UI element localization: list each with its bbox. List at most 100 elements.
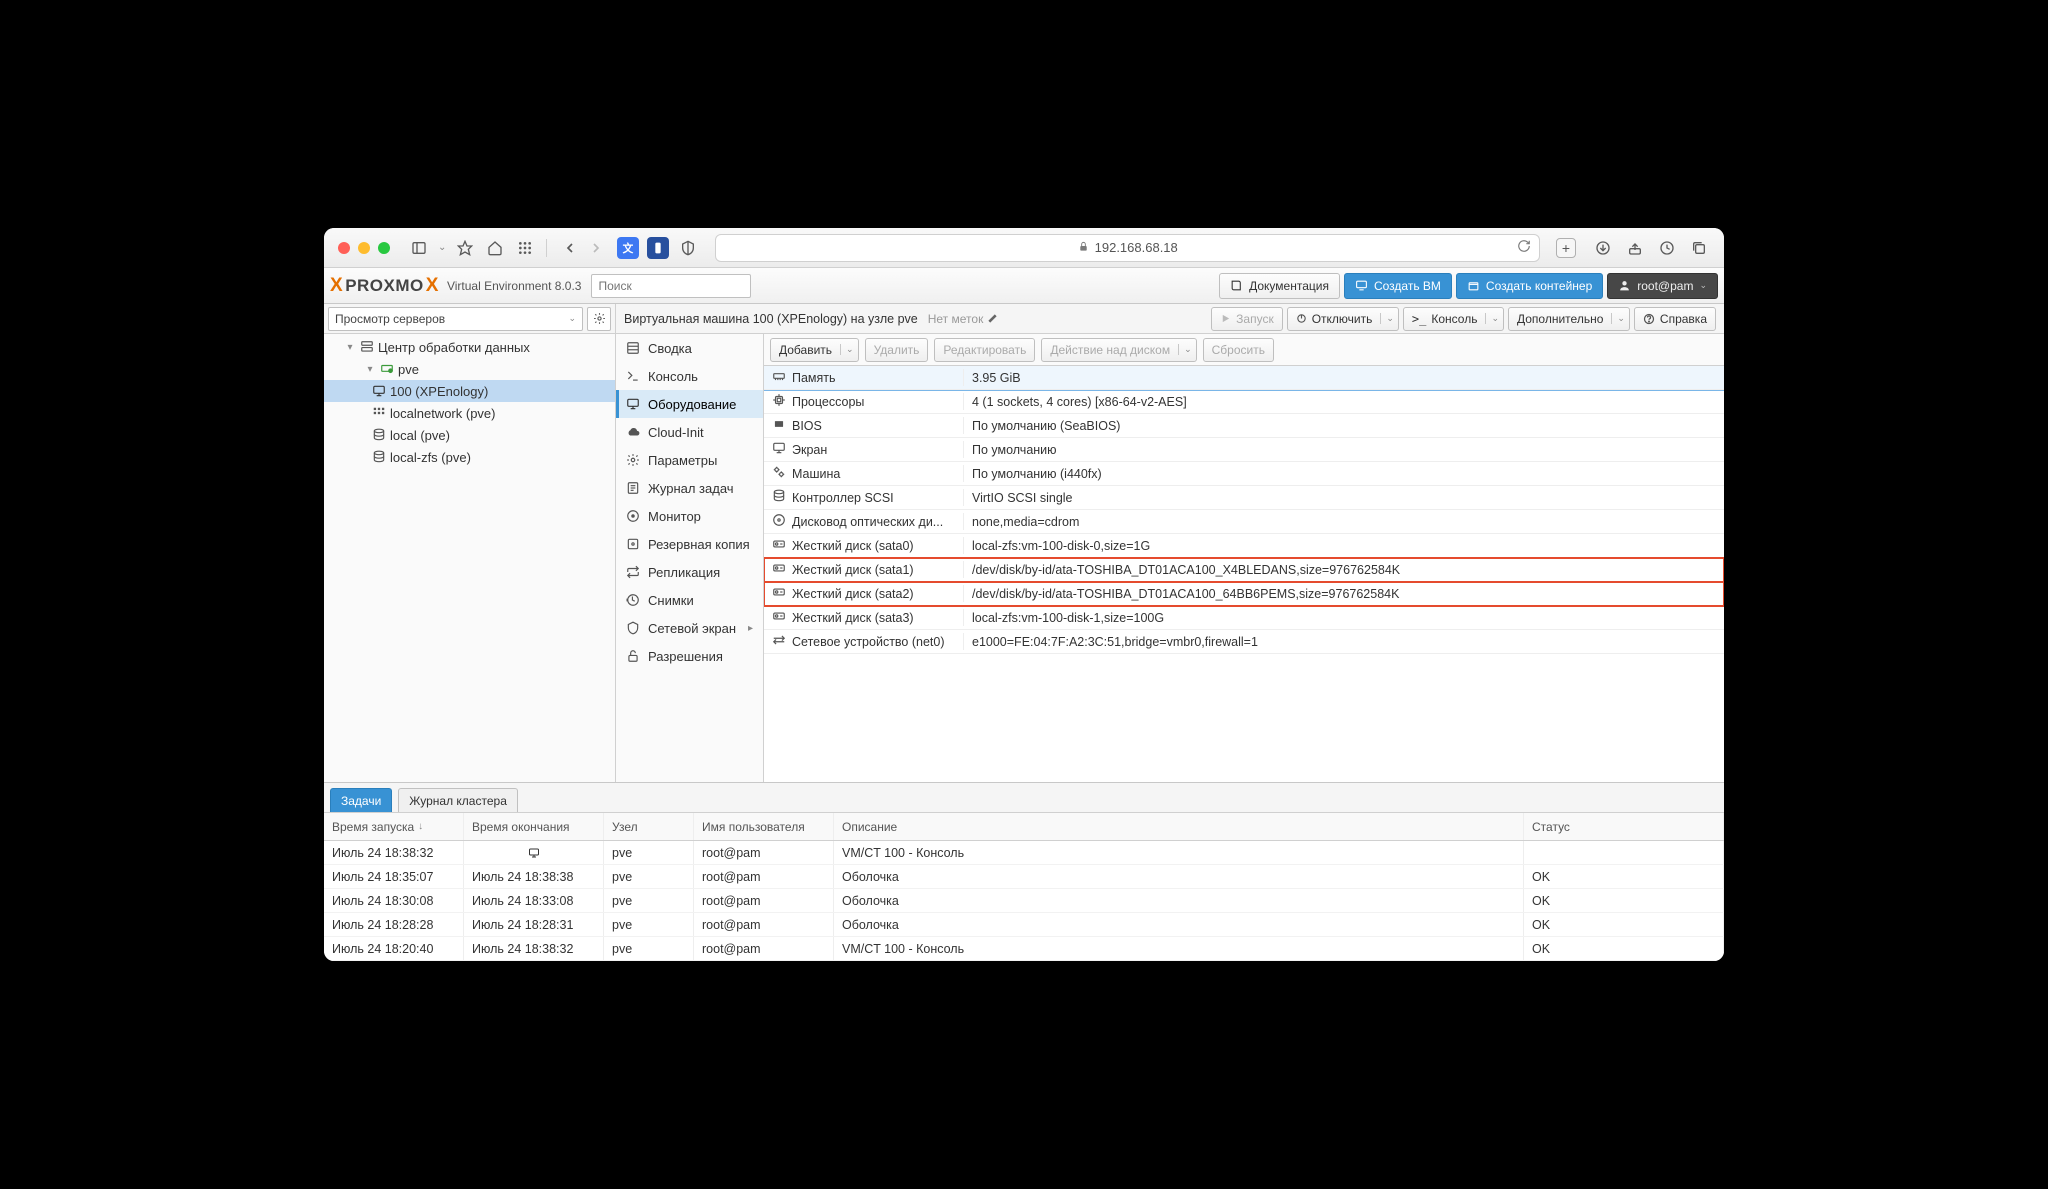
tree-node-pve[interactable]: ▾pve — [324, 358, 615, 380]
svg-text:文: 文 — [622, 242, 634, 255]
content-header: Виртуальная машина 100 (XPEnology) на уз… — [616, 304, 1724, 334]
hardware-row[interactable]: BIOSПо умолчанию (SeaBIOS) — [764, 414, 1724, 438]
net-icon — [772, 633, 786, 650]
sidemenu-backup[interactable]: Резервная копия — [616, 530, 763, 558]
minimize-window-icon[interactable] — [358, 242, 370, 254]
tree-local[interactable]: local (pve) — [324, 424, 615, 446]
hw-key: Машина — [792, 467, 840, 481]
log-row[interactable]: Июль 24 18:35:07Июль 24 18:38:38pveroot@… — [324, 865, 1724, 889]
history-icon[interactable] — [1656, 237, 1678, 259]
docs-button[interactable]: Документация — [1219, 273, 1340, 299]
hardware-row[interactable]: Контроллер SCSI VirtIO SCSI single — [764, 486, 1724, 510]
col-node[interactable]: Узел — [604, 813, 694, 840]
hardware-row[interactable]: Память3.95 GiB — [764, 366, 1724, 390]
edit-button[interactable]: Редактировать — [934, 338, 1035, 362]
cpu-icon — [772, 393, 786, 410]
nav-forward-icon[interactable] — [583, 237, 609, 259]
hardware-row[interactable]: Сетевое устройство (net0)e1000=FE:04:7F:… — [764, 630, 1724, 654]
hw-value: VirtIO SCSI single — [964, 491, 1724, 505]
disk-action-button[interactable]: Действие над диском⌄ — [1041, 338, 1196, 362]
tree-local-zfs[interactable]: local-zfs (pve) — [324, 446, 615, 468]
share-icon[interactable] — [1624, 237, 1646, 259]
start-button[interactable]: Запуск — [1211, 307, 1283, 331]
hardware-row[interactable]: Жесткий диск (sata3)local-zfs:vm-100-dis… — [764, 606, 1724, 630]
hardware-row[interactable]: Жесткий диск (sata0) local-zfs:vm-100-dis… — [764, 534, 1724, 558]
sidemenu-firewall[interactable]: Сетевой экран▸ — [616, 614, 763, 642]
zoom-window-icon[interactable] — [378, 242, 390, 254]
revert-button[interactable]: Сбросить — [1203, 338, 1274, 362]
tree-localnetwork[interactable]: localnetwork (pve) — [324, 402, 615, 424]
hardware-row[interactable]: Дисковод оптических ди...none,media=cdro… — [764, 510, 1724, 534]
hw-value: /dev/disk/by-id/ata-TOSHIBA_DT01ACA100_6… — [964, 587, 1724, 601]
chevron-down-icon[interactable]: ⌄ — [438, 242, 446, 253]
shield-icon[interactable] — [677, 237, 699, 259]
tree-vm-100[interactable]: 100 (XPEnology) — [324, 380, 615, 402]
hw-value: local-zfs:vm-100-disk-0,size=1G — [964, 539, 1724, 553]
log-row[interactable]: Июль 24 18:38:32pveroot@pamVM/CT 100 - К… — [324, 841, 1724, 865]
sidemenu-options[interactable]: Параметры — [616, 446, 763, 474]
shutdown-button[interactable]: Отключить⌄ — [1287, 307, 1399, 331]
col-user[interactable]: Имя пользователя — [694, 813, 834, 840]
url-text: 192.168.68.18 — [1095, 240, 1178, 255]
sidemenu-replication[interactable]: Репликация — [616, 558, 763, 586]
traffic-lights — [338, 242, 390, 254]
col-start[interactable]: Время запуска↓ — [324, 813, 464, 840]
col-desc[interactable]: Описание — [834, 813, 1524, 840]
sidemenu-console[interactable]: Консоль — [616, 362, 763, 390]
help-button[interactable]: Справка — [1634, 307, 1716, 331]
sidemenu-summary[interactable]: Сводка — [616, 334, 763, 362]
db-icon — [772, 489, 786, 506]
tabs-overview-icon[interactable] — [1688, 237, 1710, 259]
sidebar-toggle-icon[interactable] — [408, 237, 430, 259]
hardware-panel: Добавить⌄ Удалить Редактировать Действие… — [764, 334, 1724, 782]
apps-grid-icon[interactable] — [514, 237, 536, 259]
log-row[interactable]: Июль 24 18:28:28Июль 24 18:28:31pveroot@… — [324, 913, 1724, 937]
remove-button[interactable]: Удалить — [865, 338, 929, 362]
hw-value: По умолчанию (i440fx) — [964, 467, 1724, 481]
tab-tasks[interactable]: Задачи — [330, 788, 392, 812]
nav-back-icon[interactable] — [557, 237, 583, 259]
sidemenu-snapshots[interactable]: Снимки — [616, 586, 763, 614]
sidemenu-hardware[interactable]: Оборудование — [616, 390, 763, 418]
home-icon[interactable] — [484, 237, 506, 259]
sidemenu-permissions[interactable]: Разрешения — [616, 642, 763, 670]
hdd-icon — [772, 561, 786, 578]
console-button[interactable]: >_Консоль⌄ — [1403, 307, 1504, 331]
hw-key: Контроллер SCSI — [792, 491, 894, 505]
star-icon[interactable] — [454, 237, 476, 259]
log-row[interactable]: Июль 24 18:20:40Июль 24 18:38:32pveroot@… — [324, 937, 1724, 961]
hardware-row[interactable]: ЭкранПо умолчанию — [764, 438, 1724, 462]
sidemenu-monitor[interactable]: Монитор — [616, 502, 763, 530]
view-selector[interactable]: Просмотр серверов⌄ — [328, 307, 583, 331]
tags-label[interactable]: Нет меток — [928, 312, 999, 326]
tree-settings-button[interactable] — [587, 307, 611, 331]
reload-icon[interactable] — [1517, 239, 1531, 256]
hw-key: Жесткий диск (sata0) — [792, 539, 914, 553]
create-vm-button[interactable]: Создать ВМ — [1344, 273, 1452, 299]
user-menu-button[interactable]: root@pam⌄ — [1607, 273, 1718, 299]
global-search-input[interactable] — [591, 274, 751, 298]
create-ct-button[interactable]: Создать контейнер — [1456, 273, 1603, 299]
new-tab-icon[interactable]: + — [1556, 238, 1576, 258]
downloads-icon[interactable] — [1592, 237, 1614, 259]
more-button[interactable]: Дополнительно⌄ — [1508, 307, 1630, 331]
hardware-row[interactable]: Процессоры4 (1 sockets, 4 cores) [x86-64… — [764, 390, 1724, 414]
hardware-row[interactable]: Жесткий диск (sata1)/dev/disk/by-id/ata-… — [764, 558, 1724, 582]
hardware-row[interactable]: Жесткий диск (sata2)/dev/disk/by-id/ata-… — [764, 582, 1724, 606]
tab-cluster-log[interactable]: Журнал кластера — [398, 788, 518, 812]
extension-translate-icon[interactable]: 文 — [617, 237, 639, 259]
proxmox-logo[interactable]: XPROXMOX — [330, 275, 439, 297]
log-row[interactable]: Июль 24 18:30:08Июль 24 18:33:08pveroot@… — [324, 889, 1724, 913]
tree-datacenter[interactable]: ▾Центр обработки данных — [324, 336, 615, 358]
memory-icon — [772, 369, 786, 386]
hw-key: Сетевое устройство (net0) — [792, 635, 945, 649]
hardware-row[interactable]: Машина По умолчанию (i440fx) — [764, 462, 1724, 486]
extension-password-icon[interactable] — [647, 237, 669, 259]
address-bar[interactable]: 192.168.68.18 — [715, 234, 1540, 262]
sidemenu-tasklog[interactable]: Журнал задач — [616, 474, 763, 502]
col-end[interactable]: Время окончания — [464, 813, 604, 840]
sidemenu-cloudinit[interactable]: Cloud-Init — [616, 418, 763, 446]
col-status[interactable]: Статус — [1524, 813, 1724, 840]
add-button[interactable]: Добавить⌄ — [770, 338, 859, 362]
close-window-icon[interactable] — [338, 242, 350, 254]
